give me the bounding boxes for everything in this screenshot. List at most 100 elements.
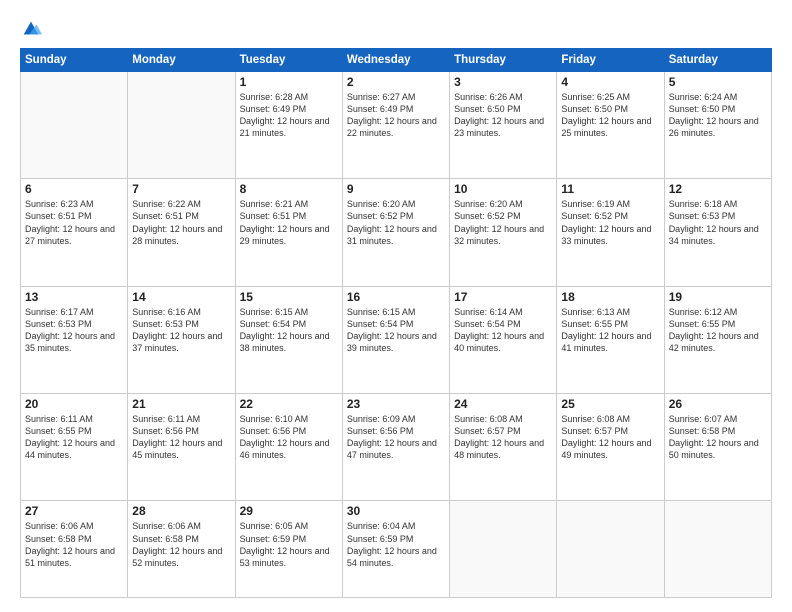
day-number: 15 <box>240 290 338 304</box>
calendar-cell: 9 Sunrise: 6:20 AM Sunset: 6:52 PM Daylig… <box>342 179 449 286</box>
calendar-cell: 15 Sunrise: 6:15 AM Sunset: 6:54 PM Dayli… <box>235 286 342 393</box>
calendar-cell: 29Sunrise: 6:05 AM Sunset: 6:59 PM Dayli… <box>235 501 342 598</box>
day-number: 11 <box>561 182 659 196</box>
calendar-cell: 20 Sunrise: 6:11 AM Sunset: 6:55 PM Dayli… <box>21 394 128 501</box>
day-info: Sunrise: 6:15 AM Sunset: 6:54 PM Dayligh… <box>240 306 338 355</box>
calendar-cell: 12 Sunrise: 6:18 AM Sunset: 6:53 PM Dayli… <box>664 179 771 286</box>
calendar-cell: 2 Sunrise: 6:27 AM Sunset: 6:49 PM Daylig… <box>342 72 449 179</box>
day-info: Sunrise: 6:26 AM Sunset: 6:50 PM Dayligh… <box>454 91 552 140</box>
day-number: 13 <box>25 290 123 304</box>
calendar-header-wednesday: Wednesday <box>342 49 449 72</box>
day-number: 14 <box>132 290 230 304</box>
day-number: 2 <box>347 75 445 89</box>
calendar-header-thursday: Thursday <box>450 49 557 72</box>
day-number: 16 <box>347 290 445 304</box>
calendar-cell: 21 Sunrise: 6:11 AM Sunset: 6:56 PM Dayli… <box>128 394 235 501</box>
calendar-cell: 5Sunrise: 6:24 AM Sunset: 6:50 PM Daylig… <box>664 72 771 179</box>
day-info: Sunrise: 6:24 AM Sunset: 6:50 PM Dayligh… <box>669 91 767 140</box>
day-number: 22 <box>240 397 338 411</box>
day-number: 18 <box>561 290 659 304</box>
day-info: Sunrise: 6:05 AM Sunset: 6:59 PM Dayligh… <box>240 520 338 569</box>
day-info: Sunrise: 6:06 AM Sunset: 6:58 PM Dayligh… <box>132 520 230 569</box>
day-info: Sunrise: 6:22 AM Sunset: 6:51 PM Dayligh… <box>132 198 230 247</box>
calendar-cell: 18 Sunrise: 6:13 AM Sunset: 6:55 PM Dayli… <box>557 286 664 393</box>
day-number: 8 <box>240 182 338 196</box>
day-number: 20 <box>25 397 123 411</box>
day-info: Sunrise: 6:25 AM Sunset: 6:50 PM Dayligh… <box>561 91 659 140</box>
day-info: Sunrise: 6:23 AM Sunset: 6:51 PM Dayligh… <box>25 198 123 247</box>
calendar-week-row: 20 Sunrise: 6:11 AM Sunset: 6:55 PM Dayli… <box>21 394 772 501</box>
calendar-week-row: 27 Sunrise: 6:06 AM Sunset: 6:58 PM Dayli… <box>21 501 772 598</box>
calendar-header-friday: Friday <box>557 49 664 72</box>
calendar-table: SundayMondayTuesdayWednesdayThursdayFrid… <box>20 48 772 598</box>
calendar-cell: 27 Sunrise: 6:06 AM Sunset: 6:58 PM Dayli… <box>21 501 128 598</box>
day-info: Sunrise: 6:04 AM Sunset: 6:59 PM Dayligh… <box>347 520 445 569</box>
calendar-cell: 22Sunrise: 6:10 AM Sunset: 6:56 PM Dayli… <box>235 394 342 501</box>
calendar-cell: 25 Sunrise: 6:08 AM Sunset: 6:57 PM Dayli… <box>557 394 664 501</box>
day-info: Sunrise: 6:13 AM Sunset: 6:55 PM Dayligh… <box>561 306 659 355</box>
calendar-cell: 26Sunrise: 6:07 AM Sunset: 6:58 PM Dayli… <box>664 394 771 501</box>
calendar-header-saturday: Saturday <box>664 49 771 72</box>
day-info: Sunrise: 6:06 AM Sunset: 6:58 PM Dayligh… <box>25 520 123 569</box>
day-number: 12 <box>669 182 767 196</box>
calendar-cell: 1 Sunrise: 6:28 AM Sunset: 6:49 PM Daylig… <box>235 72 342 179</box>
day-number: 9 <box>347 182 445 196</box>
day-number: 24 <box>454 397 552 411</box>
day-info: Sunrise: 6:18 AM Sunset: 6:53 PM Dayligh… <box>669 198 767 247</box>
calendar-week-row: 6 Sunrise: 6:23 AM Sunset: 6:51 PM Daylig… <box>21 179 772 286</box>
calendar-cell: 24 Sunrise: 6:08 AM Sunset: 6:57 PM Dayli… <box>450 394 557 501</box>
day-number: 27 <box>25 504 123 518</box>
day-number: 19 <box>669 290 767 304</box>
day-info: Sunrise: 6:20 AM Sunset: 6:52 PM Dayligh… <box>347 198 445 247</box>
calendar-cell: 7 Sunrise: 6:22 AM Sunset: 6:51 PM Daylig… <box>128 179 235 286</box>
day-number: 21 <box>132 397 230 411</box>
calendar-cell: 16 Sunrise: 6:15 AM Sunset: 6:54 PM Dayli… <box>342 286 449 393</box>
day-info: Sunrise: 6:11 AM Sunset: 6:55 PM Dayligh… <box>25 413 123 462</box>
day-info: Sunrise: 6:12 AM Sunset: 6:55 PM Dayligh… <box>669 306 767 355</box>
calendar-cell: 28 Sunrise: 6:06 AM Sunset: 6:58 PM Dayli… <box>128 501 235 598</box>
day-number: 4 <box>561 75 659 89</box>
calendar-cell: 23Sunrise: 6:09 AM Sunset: 6:56 PM Dayli… <box>342 394 449 501</box>
calendar-cell: 17Sunrise: 6:14 AM Sunset: 6:54 PM Dayli… <box>450 286 557 393</box>
header <box>20 18 772 40</box>
day-info: Sunrise: 6:21 AM Sunset: 6:51 PM Dayligh… <box>240 198 338 247</box>
day-number: 25 <box>561 397 659 411</box>
calendar-cell: 10 Sunrise: 6:20 AM Sunset: 6:52 PM Dayli… <box>450 179 557 286</box>
day-info: Sunrise: 6:17 AM Sunset: 6:53 PM Dayligh… <box>25 306 123 355</box>
day-info: Sunrise: 6:27 AM Sunset: 6:49 PM Dayligh… <box>347 91 445 140</box>
calendar-cell: 8 Sunrise: 6:21 AM Sunset: 6:51 PM Daylig… <box>235 179 342 286</box>
calendar-week-row: 1 Sunrise: 6:28 AM Sunset: 6:49 PM Daylig… <box>21 72 772 179</box>
calendar-cell <box>450 501 557 598</box>
calendar-cell: 4 Sunrise: 6:25 AM Sunset: 6:50 PM Daylig… <box>557 72 664 179</box>
day-number: 28 <box>132 504 230 518</box>
calendar-header-monday: Monday <box>128 49 235 72</box>
calendar-cell <box>557 501 664 598</box>
calendar-header-sunday: Sunday <box>21 49 128 72</box>
calendar-cell <box>128 72 235 179</box>
calendar-cell: 6 Sunrise: 6:23 AM Sunset: 6:51 PM Daylig… <box>21 179 128 286</box>
day-number: 7 <box>132 182 230 196</box>
day-info: Sunrise: 6:11 AM Sunset: 6:56 PM Dayligh… <box>132 413 230 462</box>
day-info: Sunrise: 6:20 AM Sunset: 6:52 PM Dayligh… <box>454 198 552 247</box>
day-number: 3 <box>454 75 552 89</box>
day-info: Sunrise: 6:19 AM Sunset: 6:52 PM Dayligh… <box>561 198 659 247</box>
logo-icon <box>20 18 42 40</box>
day-number: 26 <box>669 397 767 411</box>
calendar-header-row: SundayMondayTuesdayWednesdayThursdayFrid… <box>21 49 772 72</box>
day-info: Sunrise: 6:28 AM Sunset: 6:49 PM Dayligh… <box>240 91 338 140</box>
day-number: 1 <box>240 75 338 89</box>
calendar-cell: 14 Sunrise: 6:16 AM Sunset: 6:53 PM Dayli… <box>128 286 235 393</box>
day-number: 30 <box>347 504 445 518</box>
day-number: 10 <box>454 182 552 196</box>
day-info: Sunrise: 6:09 AM Sunset: 6:56 PM Dayligh… <box>347 413 445 462</box>
calendar-week-row: 13 Sunrise: 6:17 AM Sunset: 6:53 PM Dayli… <box>21 286 772 393</box>
calendar-cell: 13 Sunrise: 6:17 AM Sunset: 6:53 PM Dayli… <box>21 286 128 393</box>
day-info: Sunrise: 6:08 AM Sunset: 6:57 PM Dayligh… <box>561 413 659 462</box>
day-number: 17 <box>454 290 552 304</box>
day-info: Sunrise: 6:16 AM Sunset: 6:53 PM Dayligh… <box>132 306 230 355</box>
day-info: Sunrise: 6:08 AM Sunset: 6:57 PM Dayligh… <box>454 413 552 462</box>
day-number: 6 <box>25 182 123 196</box>
calendar-cell: 19 Sunrise: 6:12 AM Sunset: 6:55 PM Dayli… <box>664 286 771 393</box>
day-info: Sunrise: 6:15 AM Sunset: 6:54 PM Dayligh… <box>347 306 445 355</box>
calendar-header-tuesday: Tuesday <box>235 49 342 72</box>
